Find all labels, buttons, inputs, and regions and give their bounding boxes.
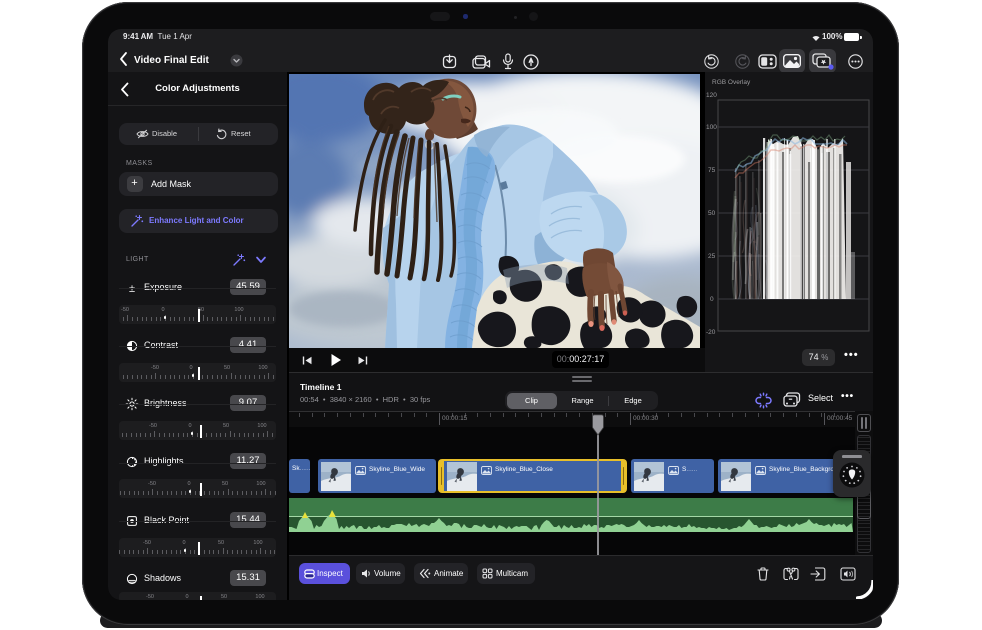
svg-text:25: 25	[708, 253, 716, 260]
svg-text:0: 0	[710, 296, 714, 303]
svg-text:100: 100	[706, 124, 717, 131]
svg-text:120: 120	[706, 92, 717, 99]
svg-text:-20: -20	[706, 329, 716, 336]
svg-text:75: 75	[708, 167, 716, 174]
svg-text:±: ±	[129, 283, 135, 295]
svg-text:50: 50	[708, 210, 716, 217]
